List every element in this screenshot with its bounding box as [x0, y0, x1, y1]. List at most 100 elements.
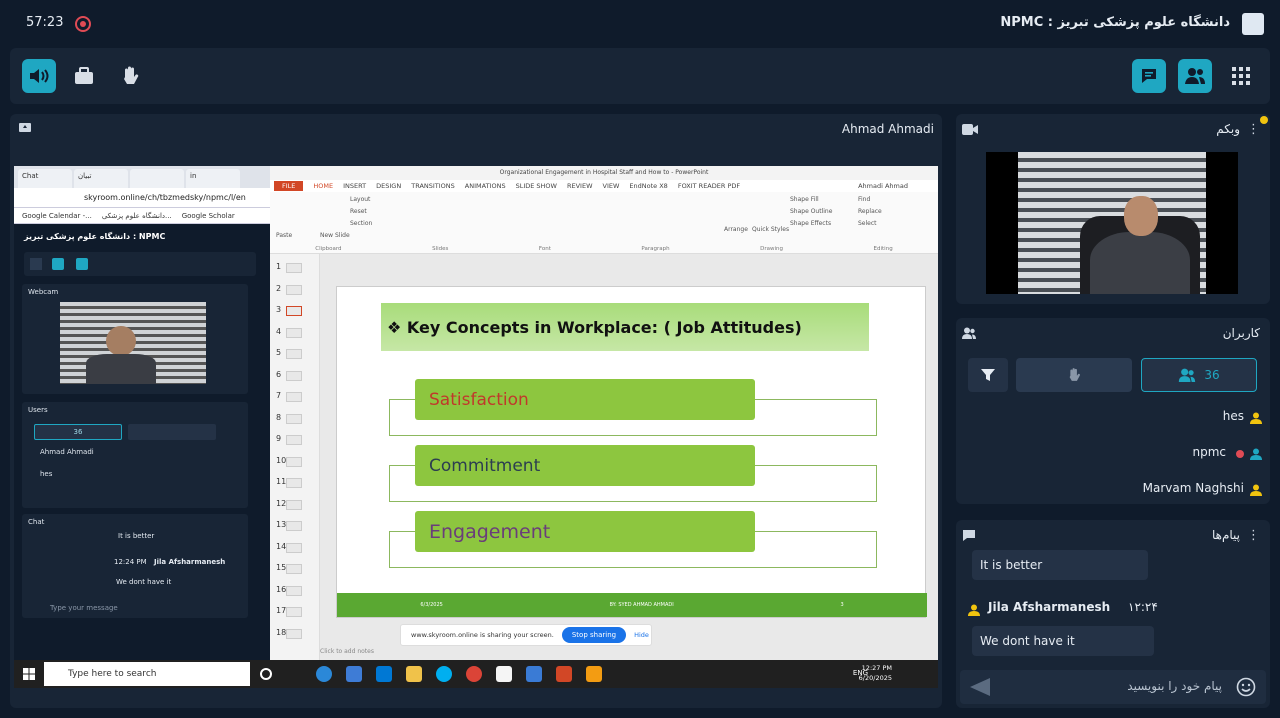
slide-thumbnail-number[interactable]: 18 — [276, 628, 286, 637]
slide-thumbnail[interactable] — [286, 607, 302, 617]
slide-thumbnail-number[interactable]: 1 — [276, 262, 281, 271]
slide-thumbnail-number[interactable]: 13 — [276, 520, 286, 529]
slide-thumbnail[interactable] — [286, 306, 302, 316]
slide-thumbnail[interactable] — [286, 413, 302, 424]
slide-thumbnail-number[interactable]: 16 — [276, 585, 286, 594]
record-icon[interactable] — [75, 16, 91, 32]
slide-thumbnail[interactable] — [286, 628, 302, 639]
ribbon-select[interactable]: Select — [858, 220, 877, 227]
speaker-button[interactable] — [22, 59, 56, 93]
all-users-filter[interactable]: 36 — [1141, 358, 1257, 392]
explorer-icon[interactable] — [406, 666, 422, 682]
slide-thumbnail[interactable] — [286, 392, 302, 402]
slide-thumbnail-number[interactable]: 6 — [276, 370, 281, 379]
ppt-tab-file[interactable]: FILE — [274, 181, 304, 191]
ppt-tab-home[interactable]: HOME — [313, 182, 333, 190]
skype-icon[interactable] — [436, 666, 452, 682]
stop-sharing-button[interactable]: Stop sharing — [561, 627, 627, 643]
address-bar[interactable]: skyroom.online/ch/tbzmedsky/npmc/l/en — [14, 188, 270, 208]
slide-thumbnail[interactable] — [286, 263, 302, 273]
slide-thumbnail-number[interactable]: 17 — [276, 606, 286, 615]
slide-thumbnail[interactable] — [286, 521, 302, 531]
slide-thumbnail[interactable] — [286, 499, 302, 510]
taskbar-clock[interactable]: 12:27 PM 6/20/2025 — [859, 663, 892, 683]
store-icon[interactable] — [346, 666, 362, 682]
hide-button[interactable]: Hide — [634, 631, 649, 639]
ribbon-layout[interactable]: Layout — [350, 196, 370, 203]
more-icon[interactable]: ⋮ — [1247, 528, 1260, 543]
notes-placeholder[interactable]: Click to add notes — [320, 648, 374, 655]
chrome-icon[interactable] — [466, 666, 482, 682]
slide-thumbnail[interactable] — [286, 370, 302, 381]
apps-button[interactable] — [1224, 59, 1258, 93]
slide-thumbnail-number[interactable]: 10 — [276, 456, 286, 465]
ribbon-shape-outline[interactable]: Shape Outline — [790, 208, 832, 215]
bookmark[interactable]: Google Scholar — [182, 212, 235, 220]
ribbon-shape-fill[interactable]: Shape Fill — [790, 196, 819, 203]
whiteboard-button[interactable] — [67, 59, 101, 93]
chat-input[interactable]: پیام خود را بنویسید — [1127, 679, 1222, 693]
ribbon-shape-effects[interactable]: Shape Effects — [790, 220, 831, 227]
cortana-icon[interactable] — [260, 668, 272, 680]
slide-thumbnail-number[interactable]: 7 — [276, 391, 281, 400]
slide-thumbnail[interactable] — [286, 284, 302, 295]
raise-hand-button[interactable] — [113, 59, 147, 93]
inner-user-item[interactable]: hes — [40, 470, 52, 478]
more-icon[interactable]: ⋮ — [1247, 122, 1260, 137]
slide-thumbnail-number[interactable]: 5 — [276, 348, 281, 357]
grid-icon[interactable] — [30, 258, 42, 270]
photos-icon[interactable] — [526, 666, 542, 682]
slide-thumbnail[interactable] — [286, 564, 302, 574]
browser-tab[interactable] — [130, 169, 184, 188]
ribbon-new-slide[interactable]: New Slide — [320, 232, 350, 239]
slide-thumbnail[interactable] — [286, 327, 302, 338]
ribbon-reset[interactable]: Reset — [350, 208, 367, 215]
ppt-tab-insert[interactable]: INSERT — [343, 182, 366, 190]
ribbon-find[interactable]: Find — [858, 196, 870, 203]
app-icon[interactable] — [586, 666, 602, 682]
slide-thumbnail[interactable] — [286, 478, 302, 488]
taskbar-search[interactable]: Type here to search — [44, 662, 250, 686]
slide-thumbnail[interactable] — [286, 435, 302, 445]
mail-icon[interactable] — [376, 666, 392, 682]
inner-chat-input[interactable]: Type your message — [50, 604, 118, 612]
powerpoint-icon[interactable] — [556, 666, 572, 682]
slide-thumbnail[interactable] — [286, 456, 302, 467]
app-icon[interactable] — [496, 666, 512, 682]
ppt-tab-slideshow[interactable]: SLIDE SHOW — [516, 182, 557, 190]
ppt-tab-review[interactable]: REVIEW — [567, 182, 593, 190]
inner-hand-filter[interactable] — [128, 424, 216, 440]
slide-thumbnail-number[interactable]: 11 — [276, 477, 286, 486]
windows-start-icon[interactable] — [23, 668, 35, 680]
users-icon[interactable] — [52, 258, 64, 270]
ppt-tab-view[interactable]: VIEW — [603, 182, 620, 190]
ppt-tab-foxit[interactable]: FOXIT READER PDF — [678, 182, 740, 190]
ppt-tab-design[interactable]: DESIGN — [376, 182, 401, 190]
ribbon-arrange[interactable]: Arrange — [724, 226, 748, 233]
raised-hands-filter[interactable] — [1016, 358, 1132, 392]
users-toggle-button[interactable] — [1178, 59, 1212, 93]
browser-tab[interactable]: Chat — [18, 169, 72, 188]
send-icon[interactable] — [970, 678, 990, 696]
edge-icon[interactable] — [316, 666, 332, 682]
ppt-tab-animations[interactable]: ANIMATIONS — [465, 182, 506, 190]
slide-thumbnail-number[interactable]: 4 — [276, 327, 281, 336]
slide-thumbnail[interactable] — [286, 349, 302, 359]
browser-tab[interactable]: in — [186, 169, 240, 188]
ribbon-replace[interactable]: Replace — [858, 208, 882, 215]
slide-thumbnail-number[interactable]: 15 — [276, 563, 286, 572]
ppt-tab-transitions[interactable]: TRANSITIONS — [411, 182, 455, 190]
bookmark[interactable]: دانشگاه علوم پزشکی... — [102, 212, 172, 220]
browser-tab[interactable]: تبیان — [74, 169, 128, 188]
bookmark[interactable]: Google Calendar -... — [22, 212, 92, 220]
filter-button[interactable] — [968, 358, 1008, 392]
chat-icon[interactable] — [76, 258, 88, 270]
slide-thumbnail-number[interactable]: 3 — [276, 305, 281, 314]
ppt-tab-endnote[interactable]: EndNote X8 — [629, 182, 667, 190]
slide-thumbnail-number[interactable]: 14 — [276, 542, 286, 551]
chat-toggle-button[interactable] — [1132, 59, 1166, 93]
slide-thumbnail-number[interactable]: 12 — [276, 499, 286, 508]
slide-thumbnail-number[interactable]: 9 — [276, 434, 281, 443]
ribbon-quick-styles[interactable]: Quick Styles — [752, 226, 789, 233]
emoji-icon[interactable] — [1236, 677, 1256, 697]
